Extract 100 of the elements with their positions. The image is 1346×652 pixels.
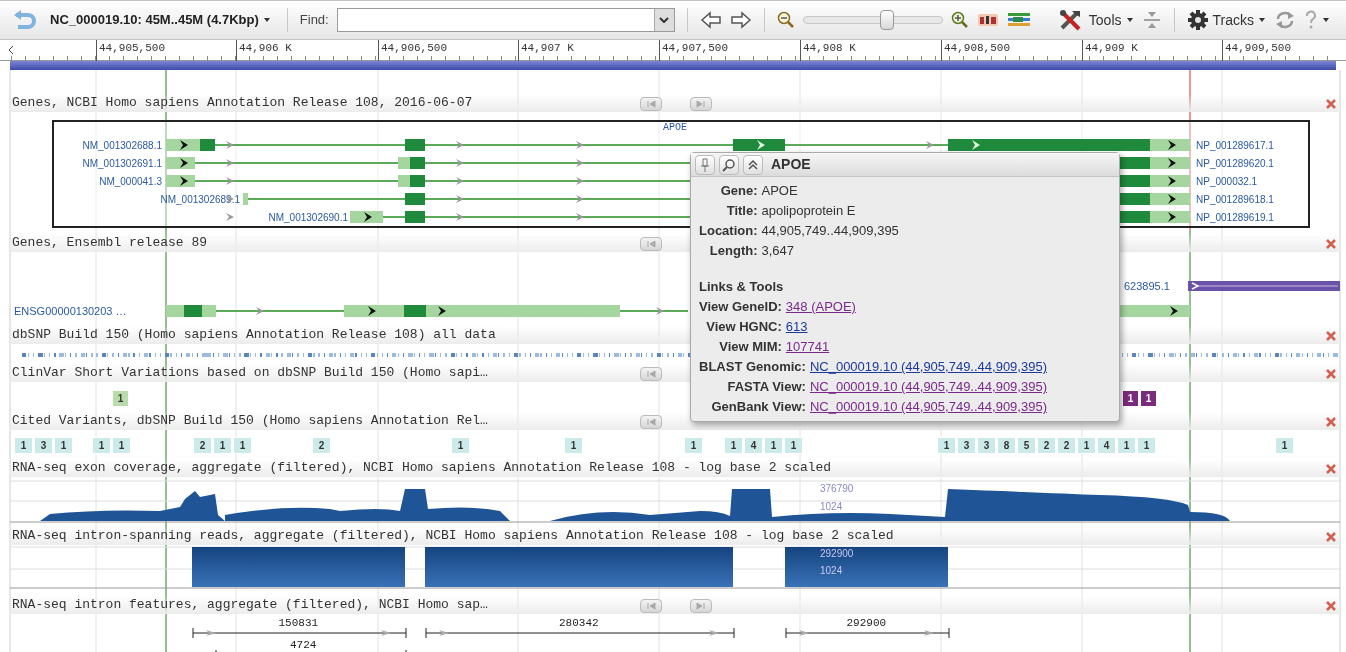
variant-badge[interactable]: 1 <box>1122 390 1139 407</box>
variant-badge[interactable]: 1 <box>564 437 583 454</box>
track-nav-button[interactable] <box>640 599 662 613</box>
popup-link[interactable]: 107741 <box>785 337 830 357</box>
track-colors-icon[interactable] <box>1006 11 1031 29</box>
track-nav-button[interactable] <box>640 97 662 111</box>
transcript-drawing[interactable] <box>164 304 688 318</box>
collapse-up-button[interactable] <box>743 154 763 175</box>
track-title: Genes, Ensembl release 89 <box>12 234 208 252</box>
back-icon[interactable] <box>12 9 38 31</box>
help-menu-button[interactable] <box>1304 10 1330 30</box>
close-icon[interactable] <box>1326 532 1336 542</box>
caret-icon <box>1258 17 1266 23</box>
variant-badge[interactable]: 1 <box>937 437 956 454</box>
variant-badge[interactable]: 1 <box>764 437 783 454</box>
sequence-icon[interactable] <box>976 12 999 28</box>
transcript-link[interactable]: 623895.1 <box>1124 279 1170 293</box>
skip-end-icon <box>696 100 706 108</box>
variant-badge[interactable]: 2 <box>1057 437 1076 454</box>
variant-badge[interactable]: 2 <box>1037 437 1056 454</box>
transcript-link[interactable]: NM_001302689.1 <box>160 193 240 207</box>
track-nav-button[interactable] <box>640 237 662 251</box>
popup-link[interactable]: NC_000019.10 (44,905,749..44,909,395) <box>809 377 1047 397</box>
variant-badge[interactable]: 1 <box>92 437 111 454</box>
track-nav-button[interactable] <box>640 415 662 429</box>
variant-badge[interactable]: 1 <box>14 437 33 454</box>
pin-button[interactable] <box>695 154 715 175</box>
variant-badge[interactable]: 1 <box>1137 437 1156 454</box>
track-nav-button[interactable] <box>690 599 712 613</box>
close-icon[interactable] <box>1326 464 1336 474</box>
variant-badge[interactable]: 1 <box>451 437 470 454</box>
variant-badge[interactable]: 1 <box>1117 437 1136 454</box>
protein-link[interactable]: NP_001289617.1 <box>1196 139 1274 153</box>
close-icon[interactable] <box>1326 369 1336 379</box>
close-icon[interactable] <box>1326 239 1336 249</box>
transcript-link[interactable]: NM_001302690.1 <box>268 211 348 225</box>
search-button[interactable] <box>719 154 739 175</box>
skip-start-icon <box>646 370 656 378</box>
variant-badge[interactable]: 4 <box>744 437 763 454</box>
intron-feature[interactable] <box>192 627 407 639</box>
zoom-slider[interactable] <box>802 10 943 30</box>
collapse-icon[interactable] <box>1141 10 1162 30</box>
variant-badge[interactable]: 3 <box>957 437 976 454</box>
close-icon[interactable] <box>1326 331 1336 341</box>
variant-badge[interactable]: 8 <box>997 437 1016 454</box>
track-nav-button[interactable] <box>640 367 662 381</box>
arrow-left-icon[interactable] <box>699 11 722 29</box>
slider-thumb[interactable] <box>879 10 894 30</box>
protein-link[interactable]: NP_001289618.1 <box>1196 193 1274 207</box>
zoom-in-icon[interactable] <box>950 11 969 29</box>
intron-feature[interactable] <box>785 627 950 639</box>
variant-badge[interactable]: 2 <box>312 437 331 454</box>
help-icon <box>1304 10 1318 30</box>
variant-badge[interactable]: 1 <box>1140 390 1157 407</box>
variant-badge[interactable]: 1 <box>54 437 73 454</box>
variant-badge[interactable]: 3 <box>34 437 53 454</box>
popup-link[interactable]: NC_000019.10 (44,905,749..44,909,395) <box>809 357 1047 377</box>
close-icon[interactable] <box>1326 601 1336 611</box>
transcript-drawing[interactable] <box>1188 280 1340 292</box>
variant-badge[interactable]: 5 <box>1017 437 1036 454</box>
transcript-link[interactable]: NM_000041.3 <box>99 175 162 189</box>
track-title: RNA-seq intron features, aggregate (filtered), NCBI Homo sap… <box>12 596 488 614</box>
popup-link[interactable]: NC_000019.10 (44,905,749..44,909,395) <box>809 397 1047 417</box>
variant-badge[interactable]: 1 <box>112 437 131 454</box>
skip-start-icon <box>646 602 656 610</box>
transcript-drawing[interactable] <box>1120 304 1190 318</box>
close-icon[interactable] <box>1326 99 1336 109</box>
location-dropdown[interactable]: NC_000019.10: 45M..45M (4.7Kbp) <box>46 10 275 30</box>
gene-label[interactable]: APOE <box>663 120 687 135</box>
variant-badge[interactable]: 1 <box>112 390 129 407</box>
scroll-left-icon[interactable] <box>8 45 14 55</box>
transcript-link[interactable]: NM_001302691.1 <box>82 157 162 171</box>
transcript-link[interactable]: NM_001302688.1 <box>82 139 162 153</box>
protein-link[interactable]: NP_000032.1 <box>1196 175 1258 189</box>
variant-badge[interactable]: 1 <box>233 437 252 454</box>
variant-badge[interactable]: 1 <box>213 437 232 454</box>
variant-badge[interactable]: 1 <box>684 437 703 454</box>
popup-link[interactable]: 348 (APOE) <box>785 297 856 317</box>
intron-feature[interactable] <box>425 627 735 639</box>
popup-link[interactable]: 613 <box>785 317 808 337</box>
track-nav-button[interactable] <box>690 97 712 111</box>
arrow-right-icon[interactable] <box>729 11 752 29</box>
refresh-icon[interactable] <box>1274 10 1296 30</box>
variant-badge[interactable]: 3 <box>977 437 996 454</box>
caret-icon <box>1322 17 1330 23</box>
protein-link[interactable]: NP_001289619.1 <box>1196 211 1274 225</box>
variant-badge[interactable]: 2 <box>193 437 212 454</box>
variant-badge[interactable]: 1 <box>1275 437 1294 454</box>
close-icon[interactable] <box>1326 417 1336 427</box>
variant-badge[interactable]: 4 <box>1097 437 1116 454</box>
transcript-link[interactable]: ENSG00000130203 … <box>14 304 127 318</box>
variant-badge[interactable]: 1 <box>1077 437 1096 454</box>
find-field[interactable] <box>336 8 675 32</box>
protein-link[interactable]: NP_001289620.1 <box>1196 157 1274 171</box>
zoom-out-icon[interactable] <box>776 11 795 29</box>
tools-menu-button[interactable]: Tools <box>1058 9 1134 31</box>
tracks-menu-button[interactable]: Tracks <box>1186 9 1266 31</box>
variant-badge[interactable]: 1 <box>784 437 803 454</box>
scale-value: 292900 <box>820 548 854 560</box>
variant-badge[interactable]: 1 <box>724 437 743 454</box>
